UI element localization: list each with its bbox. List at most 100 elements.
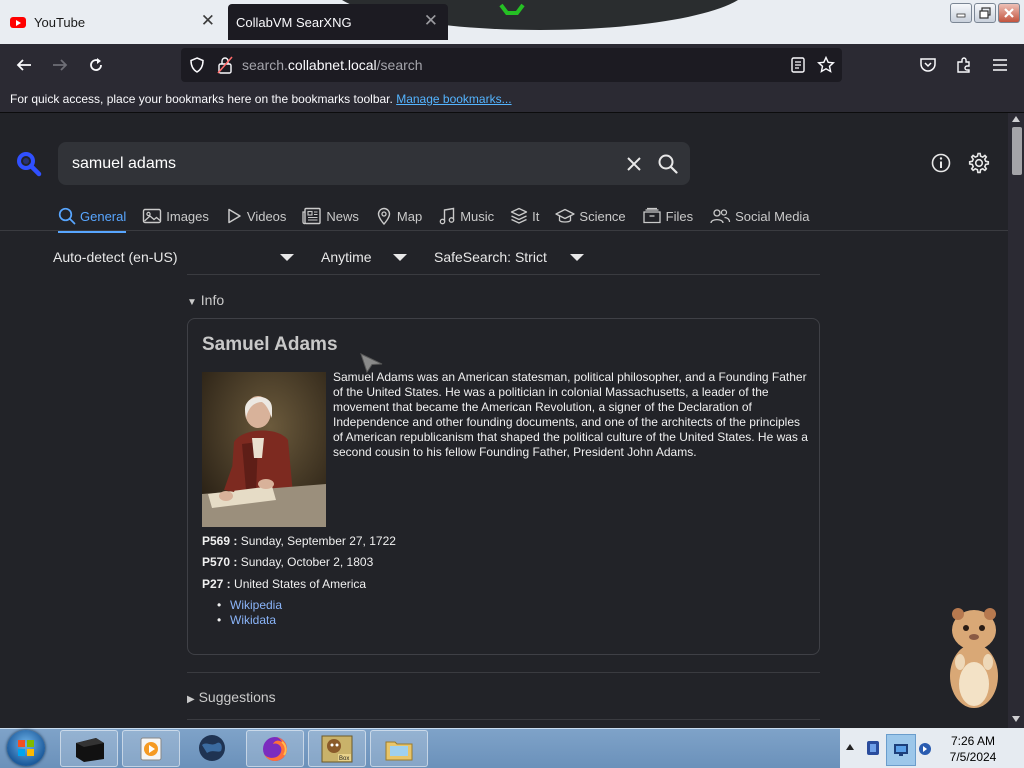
navigation-toolbar: search.collabnet.local/search — [0, 44, 1024, 86]
tab-it[interactable]: It — [510, 203, 539, 229]
tab-youtube[interactable]: YouTube ✕ — [0, 4, 225, 40]
infobox: Samuel Adams Samuel Adams was an America… — [187, 318, 820, 655]
time-range-select[interactable]: Anytime — [321, 249, 372, 265]
bookmarks-toolbar: For quick access, place your bookmarks h… — [0, 86, 1024, 113]
tray-network-highlight[interactable] — [886, 734, 916, 766]
volume-icon[interactable] — [918, 741, 932, 757]
menu-button[interactable] — [990, 55, 1010, 75]
chevron-down-icon[interactable] — [280, 254, 294, 261]
hamster-desktop-pet-icon — [950, 608, 998, 708]
scrollbar-thumb[interactable] — [1012, 127, 1022, 175]
tab-map[interactable]: Map — [375, 203, 422, 229]
url-host: collabnet.local — [287, 57, 377, 73]
tab-collabvm-searxng[interactable]: CollabVM SearXNG ✕ — [228, 4, 448, 40]
preferences-button[interactable] — [968, 152, 990, 174]
suggestions-label: Suggestions — [198, 689, 276, 705]
windows-taskbar: Box 7:26 AM 7/5/2024 — [0, 728, 1024, 768]
about-button[interactable] — [930, 152, 952, 174]
insecure-lock-icon[interactable] — [217, 56, 233, 74]
filters-divider — [187, 274, 820, 275]
searxng-logo-icon[interactable] — [16, 151, 42, 177]
suggestions-divider-bottom — [187, 719, 820, 720]
tab-images[interactable]: Images — [142, 203, 209, 229]
taskbar-file-manager[interactable] — [370, 730, 428, 767]
portrait-image[interactable] — [202, 372, 326, 527]
arrow-left-icon — [16, 59, 31, 71]
page-scrollbar[interactable] — [1008, 113, 1024, 728]
taskbar-terminal[interactable] — [60, 730, 118, 767]
tab-strip: YouTube ✕ CollabVM SearXNG ✕ — [0, 0, 1024, 44]
tab-videos[interactable]: Videos — [225, 203, 286, 229]
suggestions-toggle[interactable]: ▶ Suggestions — [187, 689, 276, 705]
map-pin-icon — [377, 207, 391, 225]
minimize-button[interactable] — [950, 3, 972, 23]
tab-label: CollabVM SearXNG — [236, 14, 352, 30]
reader-view-icon[interactable] — [790, 57, 806, 73]
info-section-toggle[interactable]: ▼ Info — [187, 292, 224, 308]
search-box[interactable]: samuel adams — [58, 142, 690, 185]
property-key: P570 : — [202, 555, 238, 569]
tab-news[interactable]: News — [302, 203, 359, 229]
chevron-down-icon[interactable] — [393, 254, 407, 261]
scroll-down-icon[interactable] — [1012, 716, 1020, 722]
tab-social-media[interactable]: Social Media — [709, 203, 810, 229]
shield-icon[interactable] — [189, 57, 205, 73]
image-icon — [143, 208, 162, 224]
language-select[interactable]: Auto-detect (en-US) — [53, 249, 178, 265]
tab-music[interactable]: Music — [438, 203, 494, 229]
reload-button[interactable] — [86, 55, 106, 75]
tab-science[interactable]: Science — [555, 203, 626, 229]
close-window-button[interactable] — [998, 3, 1020, 23]
tab-general[interactable]: General — [58, 203, 127, 233]
pocket-icon — [920, 58, 936, 72]
close-tab-icon[interactable]: ✕ — [424, 12, 438, 30]
manage-bookmarks-link[interactable]: Manage bookmarks... — [396, 92, 511, 106]
suggestions-divider-top — [187, 672, 820, 673]
tab-label: Files — [665, 208, 694, 224]
tab-label: Social Media — [735, 208, 810, 224]
wikidata-link[interactable]: Wikidata — [217, 613, 282, 628]
search-input[interactable]: samuel adams — [72, 155, 176, 173]
chevron-down-icon[interactable] — [570, 254, 584, 261]
show-hidden-icons-icon[interactable] — [846, 744, 854, 750]
url-text[interactable]: search.collabnet.local/search — [242, 57, 423, 73]
property-value: United States of America — [234, 577, 367, 591]
media-player-icon — [140, 737, 162, 760]
extensions-button[interactable] — [954, 55, 974, 75]
window-controls — [950, 3, 1020, 23]
maximize-button[interactable] — [974, 3, 996, 23]
hamburger-menu-icon — [993, 59, 1007, 71]
close-tab-icon[interactable]: ✕ — [201, 12, 215, 30]
taskbar-firefox[interactable] — [246, 730, 304, 767]
address-bar[interactable]: search.collabnet.local/search — [181, 48, 842, 82]
bookmarks-hint-text: For quick access, place your bookmarks h… — [10, 92, 393, 106]
url-subdomain: search. — [242, 57, 288, 73]
searxng-results-page: samuel adams General Images Videos News — [0, 113, 1008, 728]
back-button[interactable] — [14, 55, 34, 75]
search-submit-button[interactable] — [658, 154, 678, 174]
scroll-up-icon[interactable] — [1012, 116, 1020, 122]
taskbar-game-box[interactable]: Box — [308, 730, 366, 767]
tab-files[interactable]: Files — [642, 203, 693, 229]
taskbar-clock[interactable]: 7:26 AM 7/5/2024 — [940, 733, 1006, 765]
safesearch-select[interactable]: SafeSearch: Strict — [434, 249, 547, 265]
taskbar-globe[interactable] — [184, 730, 240, 765]
property-key: P27 : — [202, 577, 231, 591]
forward-button[interactable] — [50, 55, 70, 75]
clear-search-button[interactable] — [624, 154, 644, 174]
wikipedia-link[interactable]: Wikipedia — [217, 598, 282, 613]
game-box-icon: Box — [321, 735, 353, 762]
triangle-right-icon: ▶ — [187, 694, 195, 705]
close-icon — [627, 157, 641, 171]
property-key: P569 : — [202, 534, 238, 548]
bookmark-star-icon[interactable] — [817, 56, 835, 74]
property-birth-date: P569 : Sunday, September 27, 1722 — [202, 534, 396, 548]
newspaper-icon — [302, 207, 322, 225]
tab-label: Music — [460, 208, 495, 224]
pocket-button[interactable] — [918, 55, 938, 75]
svg-text:Box: Box — [339, 756, 349, 762]
taskbar-media-player[interactable] — [122, 730, 180, 767]
start-button[interactable] — [7, 730, 45, 766]
tray-shield-icon[interactable] — [866, 740, 880, 756]
tab-label: General — [80, 208, 127, 224]
